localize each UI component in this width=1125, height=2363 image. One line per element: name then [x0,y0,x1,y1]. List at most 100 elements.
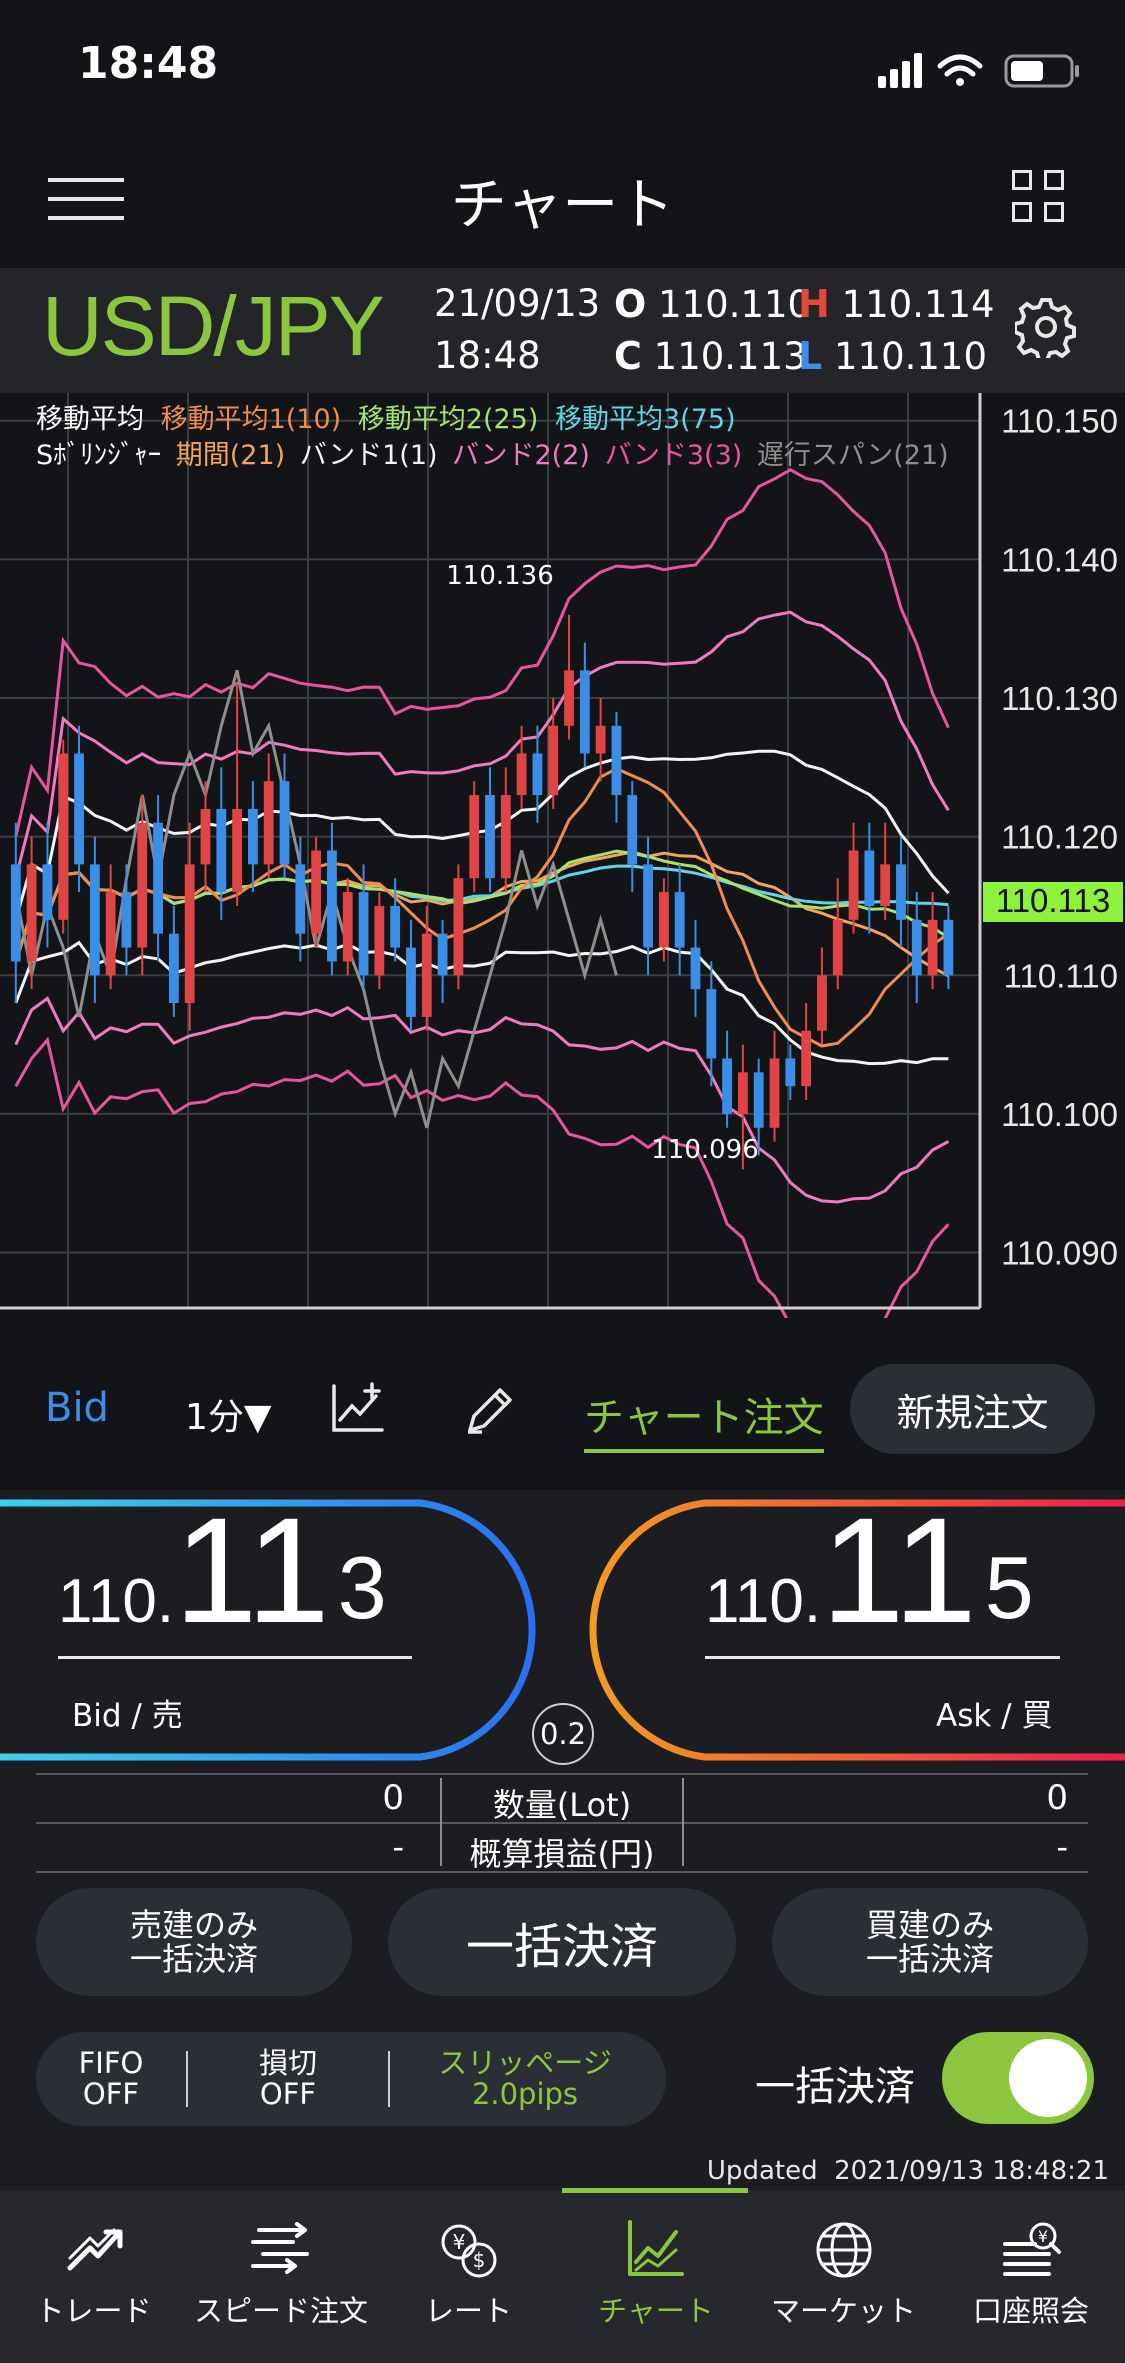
candle [469,781,480,893]
trade-icon [67,2228,122,2271]
nav-label: スピード注文 [193,2294,368,2328]
y-tick-label: 110.130 [1001,680,1118,717]
candle [406,919,416,1031]
y-tick-label: 110.100 [1001,1096,1118,1133]
bid-ask-switch[interactable]: Bid [45,1385,109,1431]
ask-price-prefix: 110. [705,1567,822,1636]
status-icons [878,53,1079,88]
bid-price-small: 3 [337,1538,387,1637]
candle [279,753,290,879]
y-tick-label: 110.150 [1001,403,1118,440]
nav-item-globe[interactable]: マーケット [750,2200,937,2330]
chart-icon [628,2220,684,2276]
close-all-button[interactable]: 一括決済 [388,1888,736,1996]
speed-order-icon [251,2222,309,2274]
quantity-label: 数量(Lot) [492,1786,632,1824]
rate-icon: ¥$ [441,2224,496,2278]
ma2-legend: 移動平均2(25) [357,404,539,435]
y-axis: 110.150 110.140 110.130 110.120 110.110 110.1… [1001,403,1118,1272]
period-legend: 期間(21) [175,440,286,471]
x-tick-label: 18:28 [627,1313,710,1318]
x-tick-label: 18:08 [387,1313,470,1318]
open-price-row: O 110.110 [614,282,811,326]
nav-label: トレード [35,2294,152,2328]
close-all-toggle[interactable] [942,2032,1094,2124]
bid-label: Bid / 売 [72,1698,183,1734]
candle [943,905,954,990]
candle [453,864,464,990]
candle [911,892,922,1003]
band-2-lower [14,996,950,1204]
indicator-add-icon[interactable] [330,1380,386,1436]
close-price: 110.113 [653,335,807,378]
x-axis: 17:38 17:48 17:58 18:08 18:18 18:28 18:38 18:48 [27,1313,950,1318]
ma1-legend: 移動平均1(10) [160,404,342,435]
y-tick-label: 110.090 [1001,1235,1118,1272]
bid-price[interactable]: 110. 11 3 [58,1495,387,1645]
ask-underline [705,1656,1060,1659]
page-title: チャート [450,173,675,238]
candle [374,892,385,990]
x-tick-label: 17:48 [147,1313,230,1318]
ask-price-big: 11 [821,1486,977,1654]
x-tick-label: 17:38 [27,1313,110,1318]
low-price: 110.110 [833,335,987,378]
band-3-upper [14,467,950,837]
bid-price-big: 11 [174,1486,330,1654]
order-settings[interactable]: FIFO OFF 損切 OFF スリッページ 2.0pips [36,2032,666,2126]
pencil-icon[interactable] [462,1380,518,1436]
high-label: H [798,282,830,326]
candle [801,1003,812,1101]
nav-label: マーケット [770,2294,916,2328]
nav-item-account[interactable]: ¥ 口座照会 [938,2200,1125,2330]
y-tick-label: 110.140 [1001,541,1118,578]
sell-close-all-button[interactable]: 売建のみ 一括決済 [36,1888,352,1996]
sell-quantity: 0 [382,1778,404,1818]
stop-loss-setting: 損切 OFF [258,2046,317,2111]
price-chart[interactable]: 110.150 110.140 110.130 110.120 110.110 110.1… [0,393,1125,1318]
buy-quantity: 0 [1046,1778,1068,1818]
new-order-button[interactable]: 新規注文 [850,1364,1095,1454]
lagging-legend: 遅行スパン(21) [756,440,949,471]
current-price-label: 110.113 [996,882,1110,919]
y-tick-label: 110.120 [1001,819,1118,856]
tab-chart-order[interactable]: チャート注文 [584,1385,824,1453]
buy-pl: - [1056,1828,1068,1866]
band1-legend: バンド1(1) [299,440,438,471]
timeframe-select[interactable]: 1分▼ [185,1388,272,1440]
candle [896,836,906,948]
candle [200,781,211,893]
currency-pair[interactable]: USD/JPY [42,278,385,375]
candle [500,767,511,893]
quote-time: 18:48 [434,334,541,377]
nav-label: 口座照会 [972,2294,1089,2328]
pl-label: 概算損益(円) [469,1835,655,1873]
nav-item-chart[interactable]: チャート [563,2200,750,2330]
quote-date: 21/09/13 [434,282,601,325]
open-label: O [614,282,647,326]
candle [927,892,938,990]
candle [579,642,590,768]
band2-legend: バンド2(2) [452,440,590,471]
x-tick-label: 18:18 [507,1313,590,1318]
candle [832,878,843,990]
buy-close-all-button[interactable]: 買建のみ 一括決済 [772,1888,1088,1996]
nav-item-trade[interactable]: トレード [0,2200,187,2330]
candle [184,822,195,1031]
svg-text:$: $ [472,2248,485,2272]
updated-timestamp: Updated 2021/09/13 18:48:21 [706,2156,1109,2186]
grid-icon[interactable] [1012,170,1066,224]
bollinger-legend: Sﾎﾞﾘﾝｼﾞｬｰ 期間(21) バンド1(1) バンド2(2) バンド3(3)… [36,433,949,472]
candle [437,919,448,1003]
candle [89,836,100,1003]
candle [263,753,274,879]
wifi-icon [937,54,983,77]
gear-icon[interactable] [1015,296,1077,358]
candle [548,698,559,809]
ma3-legend: 移動平均3(75) [555,404,736,435]
ask-price[interactable]: 110. 11 5 [705,1495,1034,1645]
nav-item-speed-order[interactable]: スピード注文 [188,2200,375,2330]
low-price-row: L 110.110 [798,334,987,378]
nav-item-rate[interactable]: ¥ $ レート [375,2200,562,2330]
candle [42,822,53,948]
